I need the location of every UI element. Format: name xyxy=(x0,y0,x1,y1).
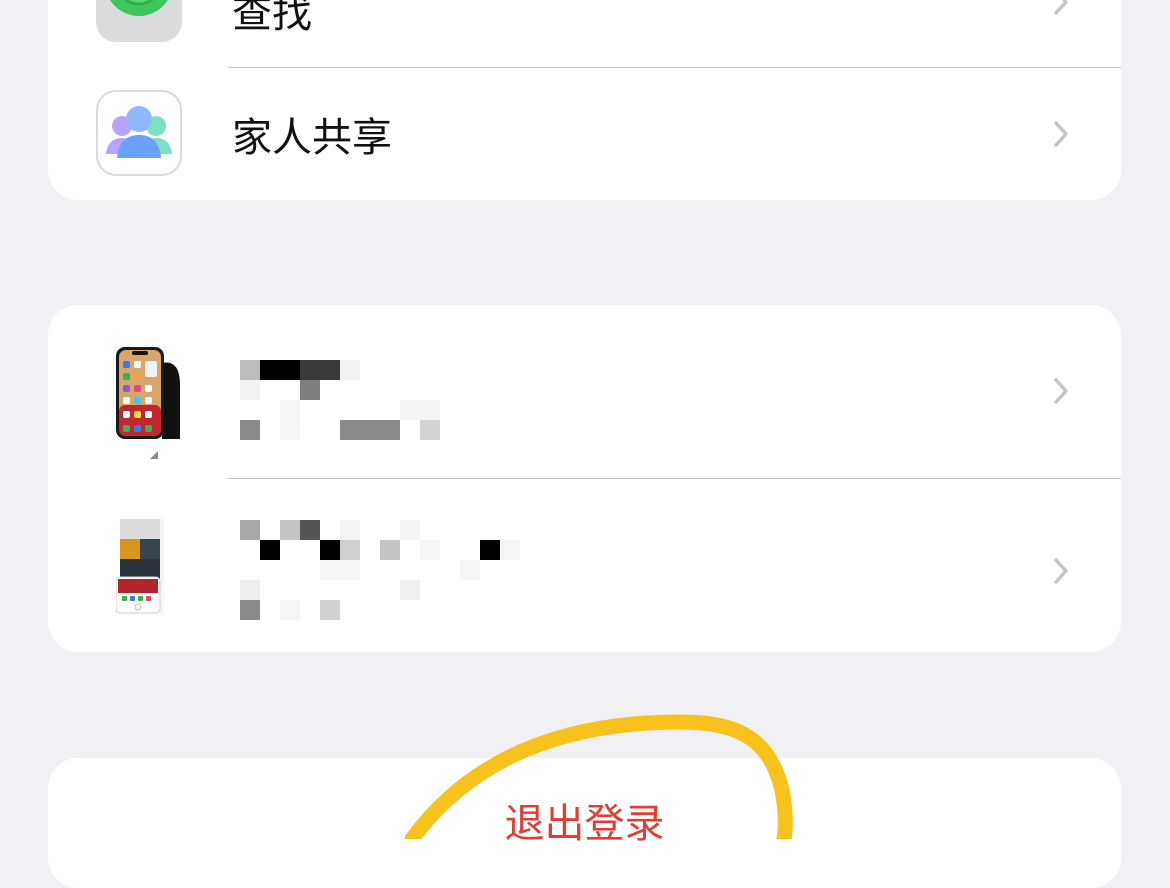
chevron-right-icon xyxy=(1054,0,1068,15)
iphone-home-button-icon xyxy=(116,519,164,615)
sign-out-button[interactable]: 退出登录 xyxy=(48,804,1121,844)
chevron-right-icon xyxy=(1054,121,1068,147)
sign-out-group: 退出登录 xyxy=(48,758,1121,888)
iphone-icon xyxy=(116,347,180,439)
family-sharing-icon xyxy=(96,90,182,176)
find-my-icon xyxy=(96,0,182,42)
family-sharing-label: 家人共享 xyxy=(232,115,392,161)
find-my-label: 查找 xyxy=(232,0,312,37)
find-my-row[interactable]: 查找 xyxy=(48,0,1121,68)
devices-group xyxy=(48,305,1121,652)
device-row[interactable] xyxy=(48,478,1121,652)
chevron-right-icon xyxy=(1054,378,1068,404)
account-services-group: 查找 家人共享 xyxy=(48,0,1121,200)
family-sharing-row[interactable]: 家人共享 xyxy=(48,68,1121,200)
chevron-right-icon xyxy=(1054,558,1068,584)
device-row[interactable] xyxy=(48,305,1121,478)
device-icon-shadow xyxy=(150,451,158,459)
